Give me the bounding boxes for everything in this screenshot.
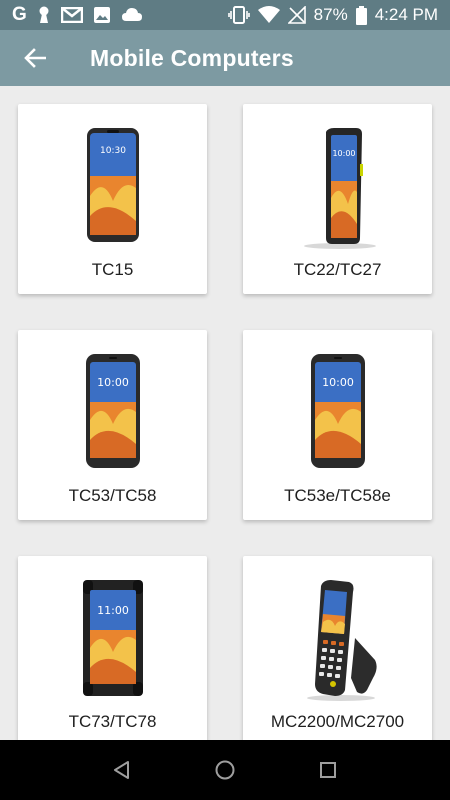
device-label: MC2200/MC2700 <box>270 712 405 731</box>
screen-time: 11:00 <box>97 604 129 617</box>
keyhole-icon <box>37 6 51 24</box>
photo-icon <box>93 6 111 24</box>
app-bar: Mobile Computers <box>0 30 450 86</box>
battery-icon <box>355 5 367 25</box>
device-card-mc2200-mc2700[interactable]: MC2200/MC2700 <box>243 556 432 740</box>
device-image: 10:00 <box>18 352 207 472</box>
screen-time: 10:00 <box>97 376 129 389</box>
system-nav-bar <box>0 740 450 800</box>
no-signal-icon <box>287 6 306 24</box>
status-bar: G 87% 4:24 PM <box>0 0 450 30</box>
device-image: 10:30 <box>18 126 207 246</box>
clock: 4:24 PM <box>374 5 438 24</box>
device-label: TC53e/TC58e <box>284 486 391 505</box>
device-card-tc53-tc58[interactable]: 10:00 TC53/TC58 <box>18 330 207 520</box>
device-card-tc73-tc78[interactable]: 11:00 TC73/TC78 <box>18 556 207 740</box>
nav-home-button[interactable] <box>205 750 245 790</box>
device-image <box>243 578 432 701</box>
gmail-icon <box>60 7 83 23</box>
nav-back-button[interactable] <box>102 750 142 790</box>
screen-time: 10:00 <box>322 376 354 389</box>
device-card-tc22-tc27[interactable]: 10:00 TC22/TC27 <box>243 104 432 294</box>
screen-time: 10:30 <box>100 146 126 156</box>
google-g-icon: G <box>12 4 27 25</box>
device-grid-scroll[interactable]: 10:30 TC15 10:00 TC22/TC27 10:00 TC53/TC… <box>0 86 450 740</box>
back-button[interactable] <box>0 30 70 86</box>
device-image: 11:00 <box>18 578 207 698</box>
circle-home-icon <box>215 760 235 780</box>
device-label: TC15 <box>91 260 134 279</box>
device-label: TC22/TC27 <box>293 260 382 279</box>
page-title: Mobile Computers <box>90 44 294 71</box>
nav-recents-button[interactable] <box>308 750 348 790</box>
square-recents-icon <box>320 762 337 778</box>
battery-percent: 87% <box>313 5 348 24</box>
vibrate-icon <box>227 6 250 24</box>
screen-time: 10:00 <box>332 149 355 158</box>
device-image: 10:00 <box>243 126 432 249</box>
device-label: TC73/TC78 <box>68 712 157 731</box>
device-label: TC53/TC58 <box>68 486 157 505</box>
device-card-tc15[interactable]: 10:30 TC15 <box>18 104 207 294</box>
device-card-tc53e-tc58e[interactable]: 10:00 TC53e/TC58e <box>243 330 432 520</box>
wifi-icon <box>257 6 280 24</box>
arrow-left-icon <box>24 48 46 68</box>
triangle-back-icon <box>113 761 129 779</box>
device-image: 10:00 <box>243 352 432 472</box>
device-grid: 10:30 TC15 10:00 TC22/TC27 10:00 TC53/TC… <box>0 86 450 740</box>
cloud-icon <box>121 7 143 23</box>
